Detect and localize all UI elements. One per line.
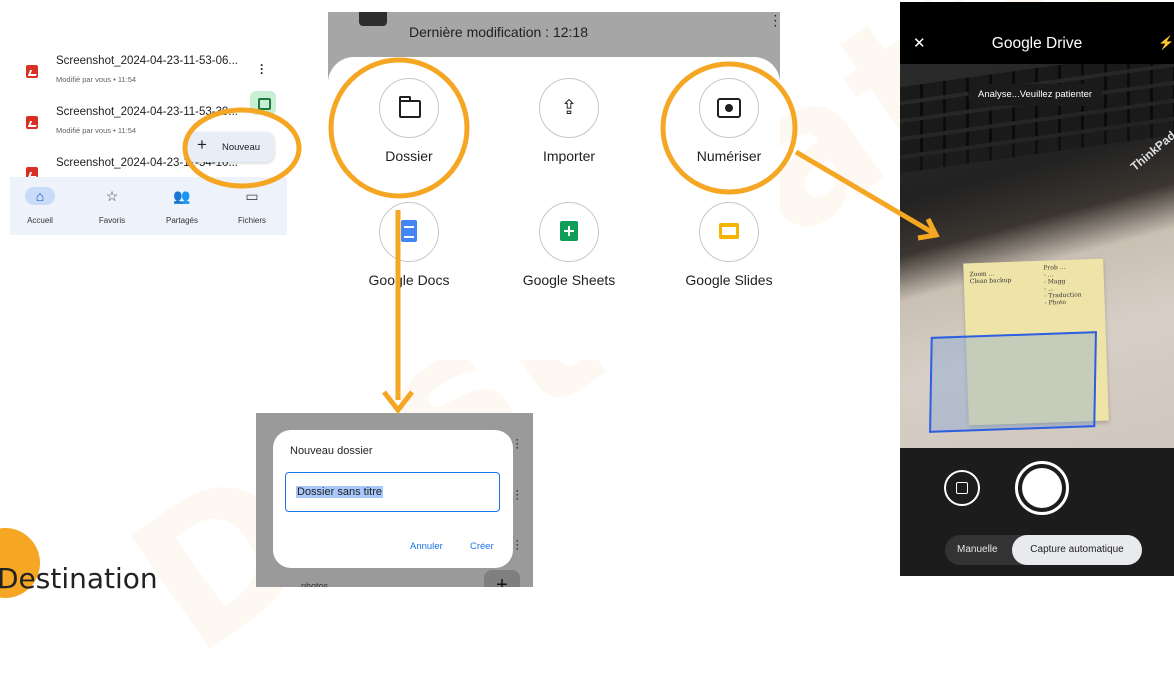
home-icon: ⌂ bbox=[25, 187, 55, 205]
scan-button[interactable]: Numériser bbox=[669, 78, 780, 188]
scan-label: Numériser bbox=[696, 148, 762, 164]
google-docs-button[interactable]: Google Docs bbox=[349, 202, 469, 312]
star-icon: ☆ bbox=[105, 188, 119, 204]
nav-item-fichiers[interactable]: ▭ Fichiers bbox=[222, 177, 282, 235]
mode-auto[interactable]: Capture automatique bbox=[1012, 535, 1142, 565]
last-modified-label: Dernière modification : 12:18 bbox=[409, 24, 588, 40]
nav-item-partages[interactable]: 👥 Partagés bbox=[152, 177, 212, 235]
folder-name-input[interactable]: Dossier sans titre bbox=[285, 472, 500, 512]
capture-mode-toggle: Manuelle Capture automatique bbox=[945, 535, 1142, 565]
mode-manual[interactable]: Manuelle bbox=[957, 544, 998, 555]
camera-title: Google Drive bbox=[991, 35, 1083, 52]
new-folder-dialog: Nouveau dossier Dossier sans titre Annul… bbox=[273, 430, 513, 568]
nav-label: Accueil bbox=[27, 216, 53, 225]
nav-label: Fichiers bbox=[237, 216, 266, 225]
folder-name-value: Dossier sans titre bbox=[296, 486, 383, 498]
thumbnail bbox=[359, 12, 387, 26]
note-text-left: Zoom ... Clean backup bbox=[969, 270, 1012, 286]
google-sheets-icon bbox=[539, 202, 599, 262]
new-button[interactable]: + Nouveau bbox=[185, 132, 274, 162]
people-icon: 👥 bbox=[173, 188, 191, 204]
more-options-icon[interactable]: · · · bbox=[260, 59, 264, 79]
camera-icon bbox=[699, 78, 759, 138]
create-folder-button[interactable]: Dossier bbox=[349, 78, 469, 188]
new-button-label: Nouveau bbox=[222, 142, 261, 153]
more-options-icon[interactable]: · · · bbox=[774, 12, 777, 32]
cancel-button[interactable]: Annuler bbox=[410, 541, 443, 552]
create-bottom-sheet: Dossier ⇪ Importer Numériser Google Docs… bbox=[328, 57, 780, 360]
google-docs-label: Google Docs bbox=[368, 272, 450, 288]
file-name: Screenshot_2024-04-23-11-53-39... bbox=[56, 106, 238, 118]
dialog-title: Nouveau dossier bbox=[290, 445, 373, 457]
drive-file-list-panel: Screenshot_2024-04-23-11-53-06... Modifi… bbox=[10, 45, 287, 235]
camera-header: ✕ Google Drive ⚡ bbox=[900, 2, 1174, 64]
more-options-icon[interactable]: · · · bbox=[516, 537, 519, 554]
bottom-navigation: ⌂ Accueil ☆ Favoris 👥 Partagés ▭ Fichier… bbox=[10, 177, 287, 235]
more-options-icon[interactable]: · · · bbox=[516, 487, 519, 504]
add-fab-button[interactable]: + bbox=[484, 570, 520, 587]
logo-text: Destination bbox=[0, 562, 158, 595]
google-docs-icon bbox=[379, 202, 439, 262]
google-slides-icon bbox=[699, 202, 759, 262]
create-menu-panel: Dernière modification : 12:18 · · · Dossie… bbox=[328, 12, 780, 360]
nav-label: Partagés bbox=[165, 216, 199, 225]
nav-item-accueil[interactable]: ⌂ Accueil bbox=[10, 177, 70, 235]
google-sheets-label: Google Sheets bbox=[522, 272, 616, 288]
new-folder-panel: · · · · · · · · · Nouveau dossier Dossier sans… bbox=[256, 413, 533, 587]
file-name: Screenshot_2024-04-23-11-53-06... bbox=[56, 55, 238, 67]
nav-item-favoris[interactable]: ☆ Favoris bbox=[82, 177, 142, 235]
flash-off-icon[interactable]: ⚡ bbox=[1158, 35, 1174, 51]
image-file-icon bbox=[26, 65, 38, 78]
google-sheets-button[interactable]: Google Sheets bbox=[509, 202, 629, 312]
more-options-icon[interactable]: · · · bbox=[516, 436, 519, 453]
shutter-button[interactable] bbox=[1015, 461, 1069, 515]
google-slides-label: Google Slides bbox=[685, 272, 773, 288]
detection-frame bbox=[929, 331, 1097, 433]
image-file-icon bbox=[26, 116, 38, 129]
status-chip: Analyse...Veuillez patienter bbox=[968, 84, 1103, 106]
file-row[interactable]: Screenshot_2024-04-23-11-53-06... Modifi… bbox=[10, 51, 287, 89]
scan-fab-button[interactable] bbox=[250, 91, 276, 115]
file-meta: Modifié par vous • 11:54 bbox=[56, 75, 137, 84]
file-meta: Modifié par vous • 11:54 bbox=[56, 126, 137, 135]
list-item: photos bbox=[301, 581, 329, 587]
upload-label: Importer bbox=[542, 148, 596, 164]
create-folder-label: Dossier bbox=[385, 148, 433, 164]
plus-icon: + bbox=[197, 135, 207, 154]
arrowhead-folder bbox=[382, 390, 414, 415]
note-text-right: Prob ... - ... - Magg - ... - Traduction… bbox=[1043, 263, 1082, 307]
camera-viewfinder: Analyse...Veuillez patienter ThinkPad Zo… bbox=[900, 64, 1174, 448]
camera-controls: Manuelle Capture automatique bbox=[900, 448, 1174, 576]
upload-icon: ⇪ bbox=[539, 78, 599, 138]
google-slides-button[interactable]: Google Slides bbox=[669, 202, 780, 312]
folder-icon: ▭ bbox=[245, 188, 259, 204]
gallery-icon[interactable] bbox=[944, 470, 980, 506]
upload-button[interactable]: ⇪ Importer bbox=[509, 78, 629, 188]
folder-icon bbox=[379, 78, 439, 138]
camera-scan-panel: ✕ Google Drive ⚡ Analyse...Veuillez pati… bbox=[900, 2, 1174, 576]
nav-label: Favoris bbox=[98, 216, 126, 225]
create-button[interactable]: Créer bbox=[470, 541, 494, 552]
